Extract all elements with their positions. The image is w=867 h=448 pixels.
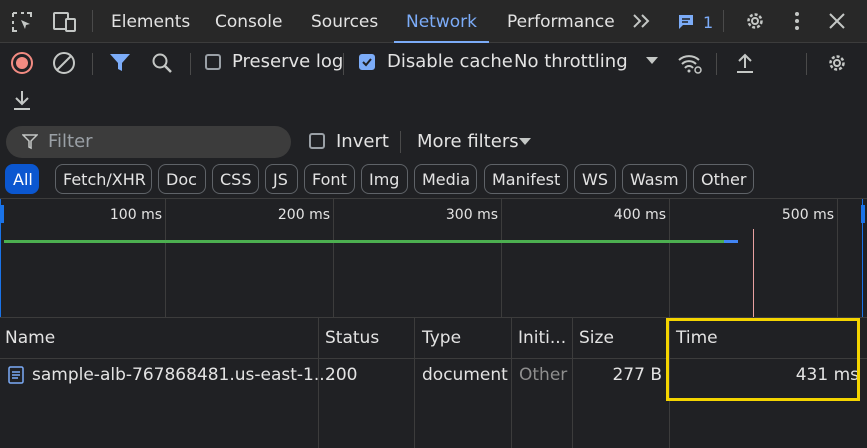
more-tabs-chevron-icon[interactable] bbox=[631, 10, 653, 32]
type-filter-wasm[interactable]: Wasm bbox=[622, 164, 687, 194]
filter-placeholder: Filter bbox=[48, 131, 93, 152]
request-size: 277 B bbox=[612, 365, 662, 385]
request-type: document bbox=[422, 365, 508, 385]
toolbar-divider bbox=[806, 53, 807, 75]
timeline-gridline bbox=[165, 199, 166, 317]
disable-cache-checkbox[interactable] bbox=[359, 54, 375, 70]
issues-button[interactable]: 1 bbox=[677, 12, 713, 32]
tab-performance[interactable]: Performance bbox=[507, 0, 615, 42]
type-filter-ws[interactable]: WS bbox=[574, 164, 616, 194]
type-filter-css[interactable]: CSS bbox=[212, 164, 259, 194]
invert-checkbox[interactable] bbox=[309, 133, 325, 149]
type-filter-all[interactable]: All bbox=[5, 164, 39, 194]
network-conditions-wifi-icon[interactable] bbox=[677, 50, 703, 76]
timeline-gridline bbox=[501, 199, 502, 317]
type-filter-js[interactable]: JS bbox=[265, 164, 298, 194]
type-filter-media[interactable]: Media bbox=[414, 164, 477, 194]
load-event-marker bbox=[753, 229, 754, 317]
disable-cache-label: Disable cache bbox=[387, 51, 513, 72]
invert-label: Invert bbox=[336, 131, 389, 152]
inspect-element-icon[interactable] bbox=[10, 10, 34, 34]
timeline-tick-label: 100 ms bbox=[109, 207, 162, 223]
toolbar-divider bbox=[400, 131, 401, 153]
preserve-log-checkbox[interactable] bbox=[205, 54, 221, 70]
type-filter-doc[interactable]: Doc bbox=[158, 164, 206, 194]
dropdown-caret-icon bbox=[519, 138, 531, 146]
request-waiting-bar bbox=[4, 240, 725, 243]
network-toolbar: Preserve log Disable cache No throttling bbox=[0, 43, 867, 121]
type-filter-manifest[interactable]: Manifest bbox=[484, 164, 568, 194]
tab-elements[interactable]: Elements bbox=[111, 0, 190, 42]
request-download-bar bbox=[724, 240, 738, 243]
network-settings-gear-icon[interactable] bbox=[825, 51, 849, 75]
timeline-tick-label: 400 ms bbox=[613, 207, 666, 223]
request-initiator: Other bbox=[519, 365, 568, 385]
timeline-gridline bbox=[669, 199, 670, 317]
type-filter-other[interactable]: Other bbox=[693, 164, 754, 194]
devtools-tab-bar: Elements Console Sources Network Perform… bbox=[0, 0, 867, 43]
more-filters-label: More filters bbox=[417, 131, 519, 152]
time-column-highlight-annotation bbox=[666, 318, 860, 401]
timeline-tick-label: 500 ms bbox=[781, 207, 834, 223]
tab-network[interactable]: Network bbox=[394, 0, 489, 43]
toolbar-divider bbox=[92, 53, 93, 75]
timeline-tick-label: 200 ms bbox=[277, 207, 330, 223]
throttling-value: No throttling bbox=[514, 51, 628, 72]
timeline-gridline bbox=[837, 199, 838, 317]
filter-funnel-icon bbox=[22, 134, 38, 150]
throttling-select[interactable]: No throttling bbox=[514, 51, 664, 75]
stop-recording-icon[interactable] bbox=[10, 51, 34, 75]
device-toolbar-icon[interactable] bbox=[52, 10, 78, 34]
tab-sources[interactable]: Sources bbox=[311, 0, 378, 42]
import-har-upload-icon[interactable] bbox=[734, 51, 756, 75]
more-options-kebab-icon[interactable] bbox=[787, 9, 807, 33]
timeline-gridline bbox=[333, 199, 334, 317]
tab-console[interactable]: Console bbox=[215, 0, 283, 42]
network-overview-timeline[interactable]: 100 ms 200 ms 300 ms 400 ms 500 ms bbox=[0, 198, 867, 318]
timeline-tick-label: 300 ms bbox=[445, 207, 498, 223]
search-icon[interactable] bbox=[150, 51, 174, 75]
toolbar-divider bbox=[92, 10, 93, 32]
toolbar-divider bbox=[716, 53, 717, 75]
export-har-download-icon[interactable] bbox=[11, 88, 33, 112]
issues-message-icon bbox=[677, 13, 695, 31]
type-filter-img[interactable]: Img bbox=[361, 164, 408, 194]
document-file-icon bbox=[8, 366, 24, 384]
close-devtools-icon[interactable] bbox=[826, 10, 848, 32]
clear-log-icon[interactable] bbox=[52, 51, 76, 75]
type-filter-font[interactable]: Font bbox=[304, 164, 355, 194]
filter-funnel-icon[interactable] bbox=[108, 52, 132, 74]
request-name[interactable]: sample-alb-767868481.us-east-1.... bbox=[32, 360, 336, 390]
request-status: 200 bbox=[325, 365, 358, 385]
toolbar-divider bbox=[190, 53, 191, 75]
settings-gear-icon[interactable] bbox=[743, 9, 767, 33]
toolbar-divider bbox=[723, 10, 724, 32]
issues-count: 1 bbox=[703, 12, 714, 32]
type-filter-fetch-xhr[interactable]: Fetch/XHR bbox=[55, 164, 152, 194]
preserve-log-label: Preserve log bbox=[232, 51, 344, 72]
filter-input[interactable]: Filter bbox=[6, 126, 291, 158]
dropdown-caret-icon bbox=[646, 57, 658, 65]
toolbar-divider bbox=[343, 53, 344, 75]
